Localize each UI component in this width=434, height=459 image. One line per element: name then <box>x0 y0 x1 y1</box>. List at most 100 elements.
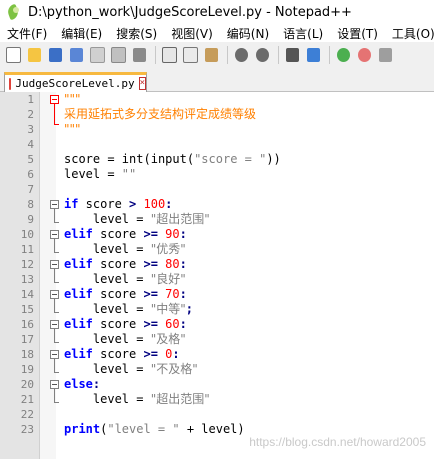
zoom-out-icon[interactable] <box>355 46 373 64</box>
line-number: 17 <box>20 333 34 346</box>
code-editor[interactable]: 1 """ 2 采用延拓式多分支结构评定成绩等级 3 """ 4 5 score = i… <box>0 92 434 459</box>
line-number: 10 <box>20 228 34 241</box>
code-line: 10 elif score >= 90: <box>0 227 434 242</box>
line-number: 1 <box>27 93 34 106</box>
code-token: level = <box>64 302 151 316</box>
string-literal: "超出范围" <box>150 212 210 226</box>
menu-encoding[interactable]: 编码(N) <box>220 25 276 42</box>
find-icon[interactable] <box>283 46 301 64</box>
menu-search[interactable]: 搜索(S) <box>109 25 164 42</box>
line-number: 8 <box>27 198 34 211</box>
code-line: 6 level = "" <box>0 167 434 182</box>
menu-edit[interactable]: 编辑(E) <box>54 25 109 42</box>
number-literal: 70 <box>157 287 180 301</box>
line-number: 13 <box>20 273 34 286</box>
code-line: 17 level = "及格" <box>0 332 434 347</box>
tab-judgescorelevel[interactable]: JudgeScoreLevel.py × <box>4 72 147 92</box>
line-number: 9 <box>27 213 34 226</box>
number-literal: 100 <box>136 197 166 211</box>
undo-icon[interactable] <box>232 46 250 64</box>
string-literal: "超出范围" <box>150 392 210 406</box>
code-line: 13 level = "良好" <box>0 272 434 287</box>
tab-bar: JudgeScoreLevel.py × <box>0 68 434 92</box>
line-number: 15 <box>20 303 34 316</box>
code-token: level = <box>64 242 151 256</box>
code-token: level = <box>64 272 151 286</box>
line-number: 23 <box>20 423 34 436</box>
operator: >= <box>143 257 158 271</box>
code-token: score = <box>64 152 122 166</box>
new-file-icon[interactable] <box>4 46 22 64</box>
tab-close-button[interactable]: × <box>138 77 146 90</box>
code-token: score <box>92 227 144 241</box>
operator: : <box>172 347 180 361</box>
replace-icon[interactable] <box>304 46 322 64</box>
code-line: 5 score = int(input("score = ")) <box>0 152 434 167</box>
code-token: score <box>92 347 144 361</box>
menu-tools[interactable]: 工具(O) <box>385 25 434 42</box>
number-literal: 90 <box>157 227 180 241</box>
code-line: 16 elif score >= 60: <box>0 317 434 332</box>
code-token: )) <box>266 152 281 166</box>
close-icon[interactable] <box>88 46 106 64</box>
string-literal: "中等" <box>150 302 186 316</box>
toolbar-separator <box>329 46 330 64</box>
line-number: 21 <box>20 393 34 406</box>
code-token: score <box>78 197 130 211</box>
menu-settings[interactable]: 设置(T) <box>330 25 385 42</box>
string-literal: "不及格" <box>150 362 198 376</box>
paste-icon[interactable] <box>202 46 220 64</box>
code-token: score <box>92 317 144 331</box>
menu-view[interactable]: 视图(V) <box>164 25 220 42</box>
code-line: 18 elif score >= 0: <box>0 347 434 362</box>
toolbar-separator <box>278 46 279 64</box>
sync-icon[interactable] <box>376 46 394 64</box>
number-literal: 0 <box>157 347 173 361</box>
redo-icon[interactable] <box>253 46 271 64</box>
notepad-plus-plus-icon <box>5 3 22 21</box>
code-line: 7 <box>0 182 434 197</box>
code-token: score <box>92 257 144 271</box>
keyword: elif <box>64 287 93 301</box>
code-line: 14 elif score >= 70: <box>0 287 434 302</box>
string-literal: "score = " <box>194 152 267 166</box>
toolbar-separator <box>155 46 156 64</box>
docstring: """ <box>64 92 81 106</box>
zoom-in-icon[interactable] <box>334 46 352 64</box>
docstring: """ <box>64 122 81 136</box>
operator: : <box>179 257 187 271</box>
code-token: level = <box>64 362 151 376</box>
line-number: 6 <box>27 168 34 181</box>
code-token: input <box>150 152 187 166</box>
code-line: 8 if score > 100: <box>0 197 434 212</box>
operator: : <box>92 377 101 391</box>
code-line: 12 elif score >= 80: <box>0 257 434 272</box>
line-number: 5 <box>27 153 34 166</box>
menu-language[interactable]: 语言(L) <box>276 25 330 42</box>
cut-icon[interactable] <box>160 46 178 64</box>
code-line: 20 else: <box>0 377 434 392</box>
operator: ; <box>185 302 193 316</box>
copy-icon[interactable] <box>181 46 199 64</box>
code-line: 21 level = "超出范围" <box>0 392 434 407</box>
code-token: ( <box>186 152 195 166</box>
open-file-icon[interactable] <box>25 46 43 64</box>
code-token: ( <box>143 152 151 166</box>
print-icon[interactable] <box>130 46 148 64</box>
operator: >= <box>143 287 158 301</box>
keyword: if <box>64 197 79 211</box>
menu-bar: 文件(F) 编辑(E) 搜索(S) 视图(V) 编码(N) 语言(L) 设置(T… <box>0 24 434 42</box>
file-saved-icon <box>9 77 12 90</box>
save-icon[interactable] <box>46 46 64 64</box>
operator: >= <box>143 227 158 241</box>
code-token: level = <box>64 167 122 181</box>
code-token: level = <box>64 392 151 406</box>
menu-file[interactable]: 文件(F) <box>0 25 54 42</box>
code-token: + level) <box>179 422 245 436</box>
title-bar: D:\python_work\JudgeScoreLevel.py - Note… <box>0 0 434 24</box>
save-all-icon[interactable] <box>67 46 85 64</box>
operator: : <box>179 227 187 241</box>
line-number: 19 <box>20 363 34 376</box>
close-all-icon[interactable] <box>109 46 127 64</box>
operator: : <box>165 197 173 211</box>
